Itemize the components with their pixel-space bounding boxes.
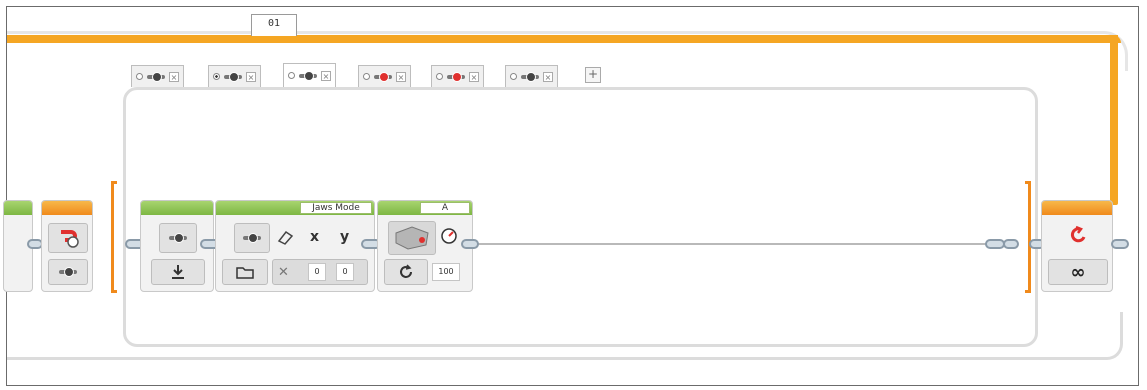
eraser-icon xyxy=(277,230,294,245)
infinity-icon: ∞ xyxy=(1070,261,1086,283)
loop-end-block[interactable]: ∞ xyxy=(1041,200,1113,292)
block-header xyxy=(1042,201,1112,215)
close-icon[interactable]: × xyxy=(396,71,406,82)
rotate-icon xyxy=(400,264,412,278)
sequence-connector[interactable] xyxy=(1003,239,1019,249)
loop-end-icon-area xyxy=(1048,219,1108,251)
switch-sensor-panel[interactable] xyxy=(48,223,88,253)
sensor-icon xyxy=(169,233,187,243)
sensor-icon xyxy=(224,71,242,82)
switch-tab-2[interactable]: × xyxy=(208,65,261,87)
block-header xyxy=(42,201,92,215)
gauge-icon xyxy=(441,228,457,244)
sequence-connector[interactable] xyxy=(461,239,479,249)
download-icon xyxy=(172,265,184,279)
sensor-icon xyxy=(147,71,165,82)
sensor-icon xyxy=(243,233,261,243)
case-radio[interactable] xyxy=(363,73,370,80)
folder-icon xyxy=(236,267,254,279)
case-radio[interactable] xyxy=(136,73,143,80)
motor-icon-panel[interactable] xyxy=(388,221,436,255)
close-icon[interactable]: × xyxy=(543,71,553,82)
switch-right-bracket xyxy=(1025,181,1031,293)
switch-tab-5[interactable]: × xyxy=(431,65,484,87)
block-header xyxy=(141,201,213,215)
display-file-name[interactable]: Jaws Mode xyxy=(300,202,372,214)
program-canvas[interactable]: 01 × × × × × × + Jaws Mode x y ✕ 0 0 A 1… xyxy=(0,0,1147,390)
y-label: y xyxy=(340,229,350,245)
sensor-red-icon xyxy=(447,71,465,82)
close-icon[interactable]: × xyxy=(246,71,256,82)
large-motor-icon xyxy=(395,226,429,250)
motor-block[interactable]: A 100 xyxy=(377,200,473,292)
sequence-connector[interactable] xyxy=(985,239,1005,249)
switch-sensor-icon xyxy=(61,230,79,248)
motor-mode-selector[interactable] xyxy=(384,259,428,285)
x-value-input[interactable]: 0 xyxy=(308,263,326,281)
close-icon[interactable]: × xyxy=(169,71,179,82)
sensor-icon xyxy=(299,70,317,81)
switch-tab-4[interactable]: × xyxy=(358,65,411,87)
sensor-icon xyxy=(59,267,77,277)
file-open-selector[interactable] xyxy=(222,259,268,285)
sequence-wire xyxy=(477,243,989,245)
loop-mode-selector[interactable]: ∞ xyxy=(1048,259,1108,285)
loop-name-label[interactable]: 01 xyxy=(251,14,297,36)
x-label: x xyxy=(310,229,320,245)
switch-block[interactable] xyxy=(41,200,93,292)
clear-x-icon[interactable]: ✕ xyxy=(278,265,289,280)
loop-repeat-icon xyxy=(1070,225,1086,243)
loop-wire-right xyxy=(1110,35,1118,205)
display-block[interactable]: Jaws Mode x y ✕ 0 0 xyxy=(215,200,375,292)
case-radio[interactable] xyxy=(436,73,443,80)
switch-tab-6[interactable]: × xyxy=(505,65,558,87)
case-radio[interactable] xyxy=(288,72,295,79)
loop-wire-top xyxy=(7,35,1121,43)
switch-left-bracket xyxy=(111,181,117,293)
sensor-red-icon xyxy=(374,71,392,82)
switch-tab-3-active[interactable]: × xyxy=(283,63,336,87)
sensor-icon xyxy=(521,71,539,82)
y-value-input[interactable]: 0 xyxy=(336,263,354,281)
screenshot-frame: 01 × × × × × × + Jaws Mode x y ✕ 0 0 A 1… xyxy=(3,6,1139,386)
close-icon[interactable]: × xyxy=(469,71,479,82)
sequence-connector[interactable] xyxy=(1111,239,1129,249)
switch-tab-1[interactable]: × xyxy=(131,65,184,87)
display-icon-panel[interactable] xyxy=(234,223,270,253)
sensor-icon-panel[interactable] xyxy=(159,223,197,253)
switch-mode-selector[interactable] xyxy=(48,259,88,285)
add-case-button[interactable]: + xyxy=(585,67,601,83)
mode-selector[interactable] xyxy=(151,259,205,285)
power-value-input[interactable]: 100 xyxy=(432,263,460,281)
motor-port-label[interactable]: A xyxy=(420,202,470,214)
case-radio-selected[interactable] xyxy=(213,73,220,80)
case-radio[interactable] xyxy=(510,73,517,80)
close-icon[interactable]: × xyxy=(321,70,331,81)
block-header xyxy=(4,201,32,215)
